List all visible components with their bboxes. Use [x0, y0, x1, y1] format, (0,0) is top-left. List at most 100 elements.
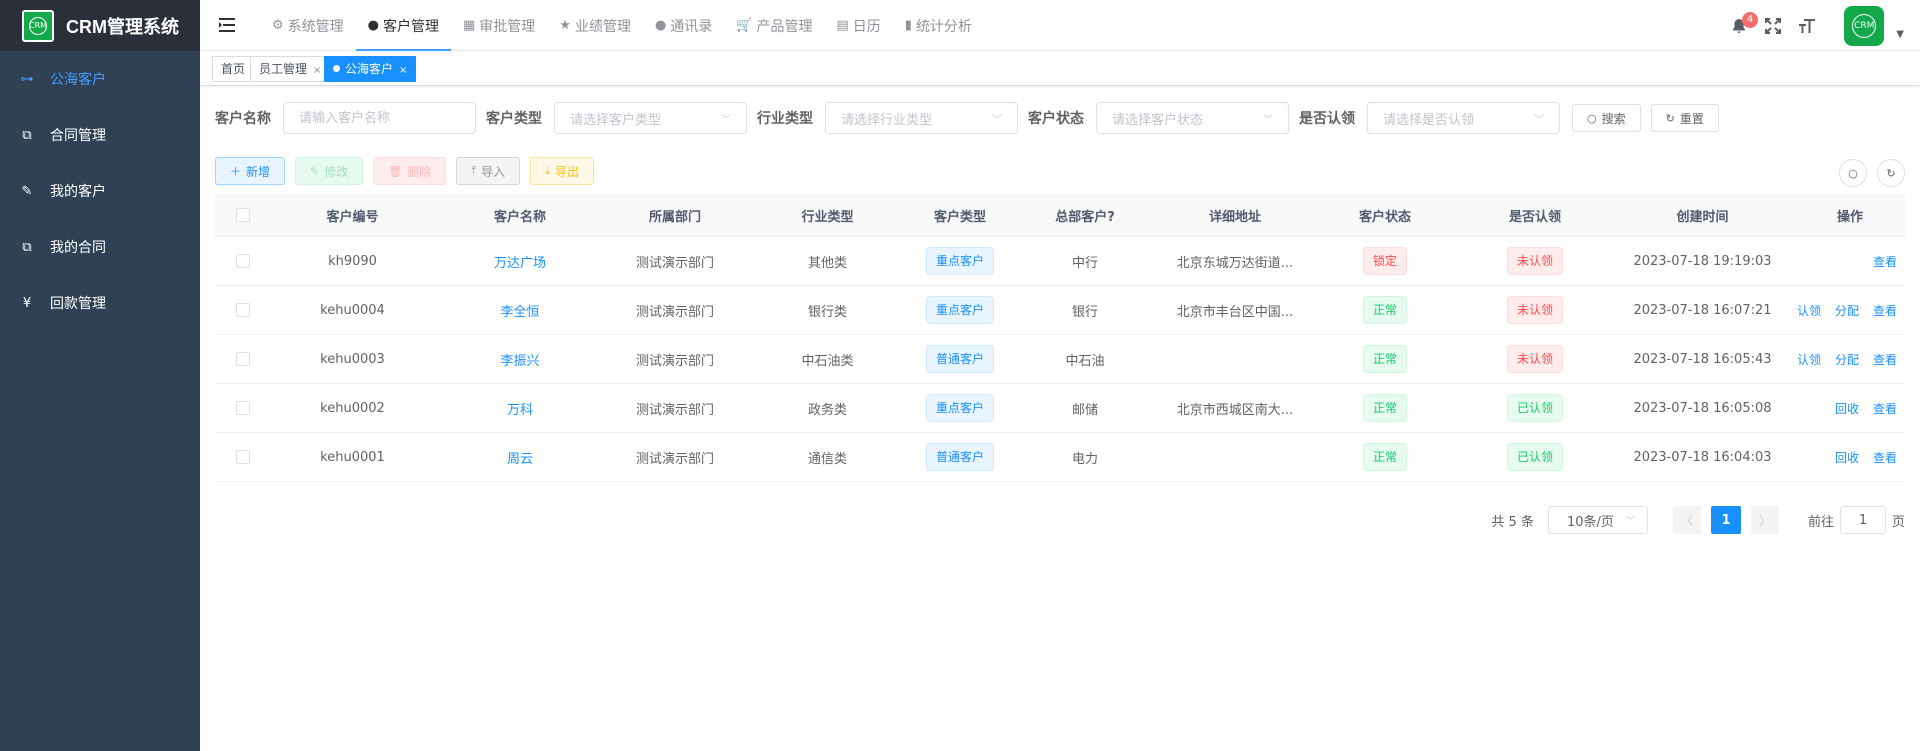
- search-form: 客户名称 客户类型 请选择客户类型 ﹀ 行业类型 请选择行业类型 ﹀ 客户状态 请选…: [215, 102, 1719, 134]
- sidebar-item-label: 合同管理: [50, 128, 106, 144]
- row-checkbox[interactable]: [235, 352, 250, 366]
- sidebar-menu: ⊶ 公海客户 ⧉ 合同管理 ✎ 我的客户 ⧉ 我的合同 ¥ 回款管理: [0, 51, 200, 331]
- top-menu-item-3[interactable]: ★ 业绩管理: [547, 0, 643, 51]
- add-button[interactable]: ＋ 新增: [215, 157, 286, 185]
- avatar[interactable]: CRM: [1844, 5, 1885, 46]
- customer-name-link[interactable]: 万达广场: [494, 256, 546, 271]
- reset-button[interactable]: ↻ 重置: [1650, 104, 1719, 132]
- copy-icon: ⧉: [22, 239, 32, 255]
- page-size-select[interactable]: 10条/页 ﹀: [1547, 506, 1648, 534]
- top-menu-item-6[interactable]: ▤ 日历: [824, 0, 892, 51]
- chevron-down-icon: ﹀: [1263, 114, 1273, 126]
- sidebar-item-3[interactable]: ⧉ 我的合同: [0, 219, 200, 275]
- row-action-link[interactable]: 查看: [1873, 449, 1897, 466]
- tag-0[interactable]: 首页: [212, 56, 255, 82]
- top-menu-label: 通讯录: [670, 18, 713, 35]
- top-menu-item-1[interactable]: ● 客户管理: [355, 0, 452, 51]
- row-action-link[interactable]: 回收: [1835, 449, 1859, 466]
- row-action-link[interactable]: 回收: [1835, 400, 1859, 417]
- customer-name-link[interactable]: 周云: [507, 452, 533, 467]
- select-all-checkbox[interactable]: [235, 208, 250, 222]
- refresh-icon[interactable]: ↻: [1877, 159, 1905, 187]
- trash-icon: 🗑: [388, 164, 403, 178]
- sidebar-item-4[interactable]: ¥ 回款管理: [0, 275, 200, 331]
- cell-created: 2023-07-18 19:19:03: [1633, 253, 1772, 269]
- top-menu-item-4[interactable]: ● 通讯录: [643, 0, 724, 51]
- top-menu-item-2[interactable]: ▦ 审批管理: [451, 0, 547, 51]
- cell-type: 普通客户: [910, 345, 1010, 373]
- toggle-search-icon[interactable]: ○: [1839, 159, 1867, 187]
- export-button[interactable]: ⤓ 导出: [530, 157, 595, 185]
- cell-hq: 中石油: [1065, 353, 1105, 369]
- row-action-link[interactable]: 分配: [1835, 351, 1859, 368]
- hamburger-icon[interactable]: [218, 16, 236, 34]
- industry-select[interactable]: 请选择行业类型 ﹀: [825, 102, 1018, 134]
- customer-type-select[interactable]: 请选择客户类型 ﹀: [554, 102, 747, 134]
- delete-button-label: 删除: [407, 164, 432, 179]
- top-menu-item-7[interactable]: ▮ 统计分析: [893, 0, 984, 51]
- pagination-total: 共 5 条: [1491, 514, 1534, 530]
- customer-name-link[interactable]: 万科: [507, 403, 533, 418]
- cell-hq: 邮储: [1071, 402, 1098, 418]
- close-icon[interactable]: ×: [399, 65, 407, 76]
- cell-industry: 政务类: [807, 402, 847, 418]
- customer-name-link[interactable]: 李振兴: [500, 354, 539, 369]
- claimed-select[interactable]: 请选择是否认领 ﹀: [1367, 102, 1560, 134]
- column-header: 总部客户?: [1055, 209, 1115, 225]
- tag-2[interactable]: 公海客户 ×: [324, 56, 417, 82]
- cell-actions: 认领 分配 查看: [1795, 302, 1905, 319]
- cell-created: 2023-07-18 16:05:43: [1633, 351, 1772, 367]
- logo[interactable]: CRM CRM管理系统: [0, 0, 200, 51]
- delete-button[interactable]: 🗑 删除: [373, 157, 447, 185]
- top-menu: ⚙ 系统管理 ● 客户管理 ▦ 审批管理 ★ 业绩管理 ● 通讯录 🛒 产品管理 ▤ 日历 ▮ 统计分析: [260, 0, 984, 51]
- row-checkbox[interactable]: [235, 401, 250, 415]
- import-button[interactable]: ⤒ 导入: [456, 157, 521, 185]
- next-page-button[interactable]: 〉: [1750, 506, 1779, 534]
- customer-type-label: 客户类型: [486, 111, 542, 127]
- user-icon: ●: [367, 18, 379, 33]
- customer-name-input[interactable]: [283, 102, 476, 134]
- row-action-link[interactable]: 分配: [1835, 302, 1859, 319]
- row-checkbox[interactable]: [235, 303, 250, 317]
- row-checkbox[interactable]: [235, 254, 250, 268]
- tree-icon: ⊶: [20, 71, 34, 87]
- checkbox-cell: [215, 352, 270, 367]
- status-select[interactable]: 请选择客户状态 ﹀: [1096, 102, 1289, 134]
- sidebar-item-2[interactable]: ✎ 我的客户: [0, 163, 200, 219]
- top-menu-label: 业绩管理: [574, 18, 631, 35]
- tag-1[interactable]: 员工管理 ×: [250, 56, 331, 82]
- goto-page-input[interactable]: [1839, 506, 1886, 534]
- font-size-icon[interactable]: [1792, 11, 1822, 41]
- cell-claimed: 已认领: [1460, 394, 1610, 422]
- cell-name: 李全恒: [435, 301, 605, 320]
- page-number[interactable]: 1: [1710, 506, 1741, 534]
- top-menu-item-0[interactable]: ⚙ 系统管理: [260, 0, 356, 51]
- customer-name-link[interactable]: 李全恒: [500, 305, 539, 320]
- row-checkbox[interactable]: [235, 450, 250, 464]
- reset-button-label: 重置: [1679, 111, 1704, 126]
- prev-page-button[interactable]: 〈: [1672, 506, 1701, 534]
- fullscreen-icon[interactable]: [1758, 11, 1788, 41]
- chevron-down-icon: ﹀: [1534, 114, 1544, 126]
- sidebar-item-1[interactable]: ⧉ 合同管理: [0, 107, 200, 163]
- row-action-link[interactable]: 认领: [1797, 302, 1821, 319]
- industry-label: 行业类型: [757, 111, 813, 127]
- navbar: ⚙ 系统管理 ● 客户管理 ▦ 审批管理 ★ 业绩管理 ● 通讯录 🛒 产品管理 ▤ 日历 ▮ 统计分析 4 …: [200, 0, 1920, 51]
- bell-icon[interactable]: 4: [1724, 11, 1759, 41]
- close-icon[interactable]: ×: [313, 65, 321, 76]
- cell-status: 锁定: [1310, 247, 1460, 275]
- sidebar-item-0[interactable]: ⊶ 公海客户: [0, 51, 200, 107]
- cell-claimed: 未认领: [1460, 345, 1610, 373]
- row-action-link[interactable]: 查看: [1873, 302, 1897, 319]
- download-icon: ⤓: [545, 164, 550, 177]
- row-action-link[interactable]: 查看: [1873, 351, 1897, 368]
- row-action-link[interactable]: 查看: [1873, 400, 1897, 417]
- caret-down-icon[interactable]: ▼: [1896, 29, 1904, 40]
- edit-button[interactable]: ✎ 修改: [295, 157, 364, 185]
- customer-type-tag: 普通客户: [925, 345, 994, 373]
- customer-name-label: 客户名称: [215, 111, 271, 127]
- search-button[interactable]: ○ 搜索: [1572, 104, 1641, 132]
- top-menu-item-5[interactable]: 🛒 产品管理: [724, 0, 824, 51]
- row-action-link[interactable]: 查看: [1873, 253, 1897, 270]
- row-action-link[interactable]: 认领: [1797, 351, 1821, 368]
